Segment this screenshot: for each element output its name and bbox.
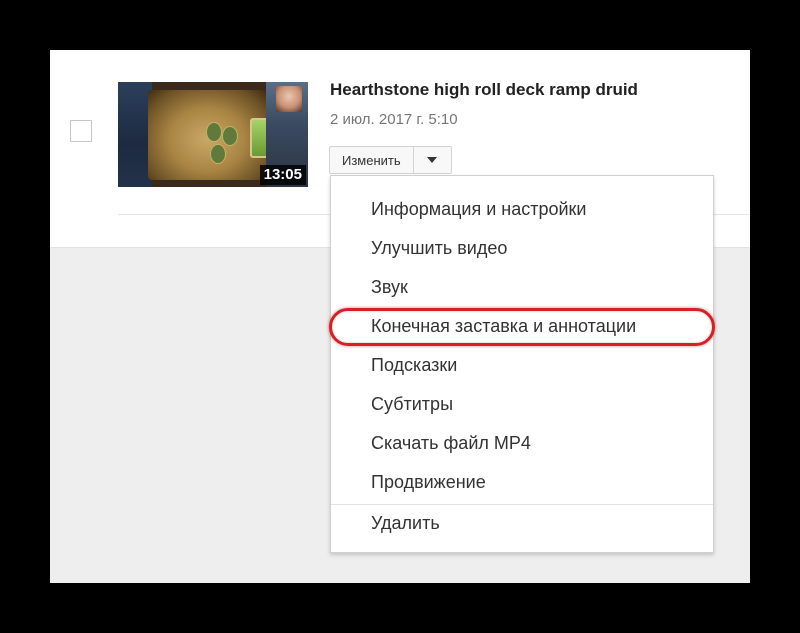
thumbnail-left-panel — [118, 82, 152, 187]
menu-item-info-settings[interactable]: Информация и настройки — [371, 197, 586, 221]
thumbnail-minion — [210, 144, 226, 164]
menu-item-enhance-video[interactable]: Улучшить видео — [371, 236, 507, 260]
video-list-panel: 13:05 Hearthstone high roll deck ramp dr… — [50, 50, 750, 583]
edit-button[interactable]: Изменить — [329, 146, 414, 174]
video-duration: 13:05 — [259, 165, 306, 185]
menu-separator — [331, 504, 713, 505]
chevron-down-icon — [427, 157, 438, 163]
thumbnail-webcam — [276, 86, 302, 112]
video-title[interactable]: Hearthstone high roll deck ramp druid — [330, 80, 638, 100]
edit-button-group: Изменить — [329, 146, 452, 174]
menu-item-promotion[interactable]: Продвижение — [371, 470, 486, 494]
video-date: 2 июл. 2017 г. 5:10 — [330, 111, 458, 128]
menu-item-audio[interactable]: Звук — [371, 275, 408, 299]
video-thumbnail[interactable]: 13:05 — [118, 82, 308, 187]
menu-item-download-mp4[interactable]: Скачать файл MP4 — [371, 431, 531, 455]
thumbnail-minion — [206, 122, 222, 142]
menu-item-end-screen-annotations[interactable]: Конечная заставка и аннотации — [371, 314, 636, 338]
menu-item-subtitles[interactable]: Субтитры — [371, 392, 453, 416]
menu-item-delete[interactable]: Удалить — [371, 511, 440, 535]
select-video-checkbox[interactable] — [70, 120, 92, 142]
edit-dropdown-toggle[interactable] — [413, 146, 452, 174]
menu-item-cards[interactable]: Подсказки — [371, 353, 457, 377]
thumbnail-minion — [222, 126, 238, 146]
edit-dropdown-menu: Информация и настройки Улучшить видео Зв… — [330, 175, 714, 553]
